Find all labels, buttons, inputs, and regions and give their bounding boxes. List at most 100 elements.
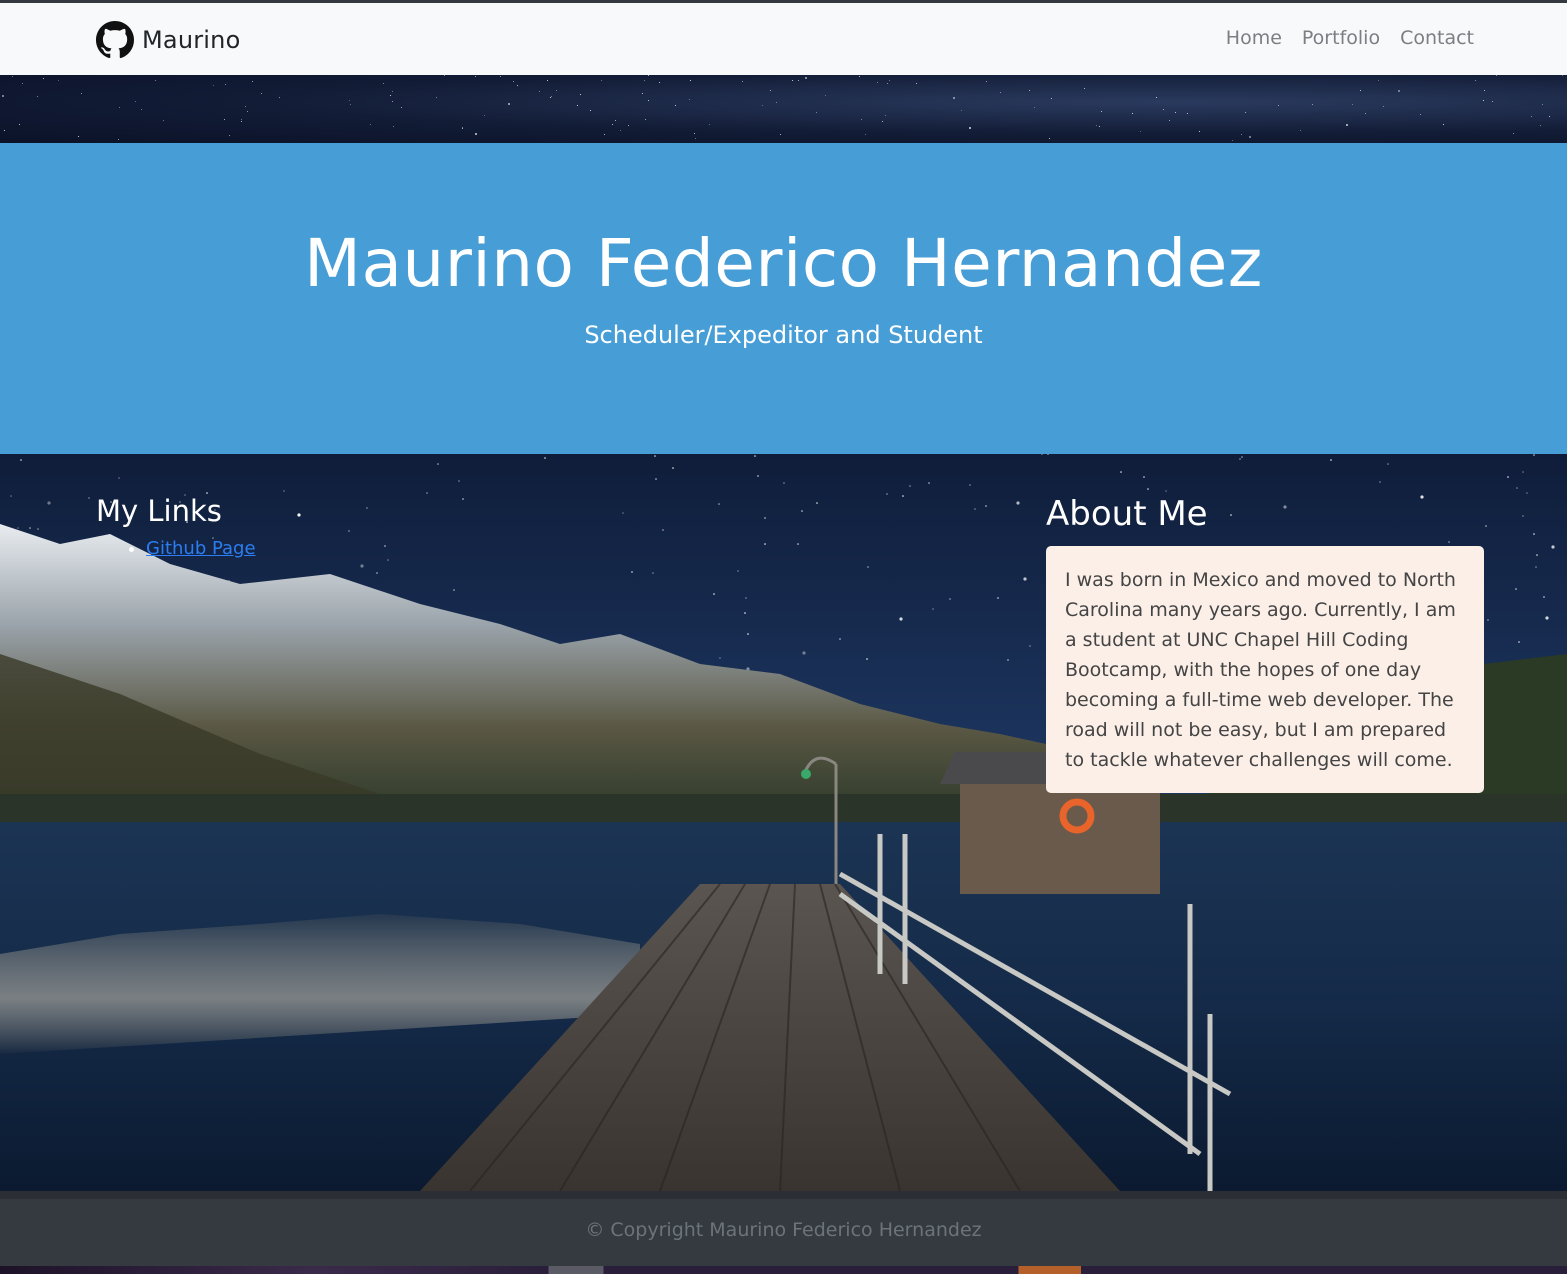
star-dot xyxy=(390,95,391,96)
star-dot xyxy=(694,133,695,134)
star-dot xyxy=(737,570,739,572)
star-dot xyxy=(916,83,917,84)
star-dot xyxy=(764,517,766,519)
hero-subtitle: Scheduler/Expeditor and Student xyxy=(584,321,983,349)
star-dot xyxy=(88,497,90,499)
star-dot xyxy=(887,83,888,84)
star-dot xyxy=(631,571,633,573)
star-dot xyxy=(1487,619,1489,621)
nav-links: Home Portfolio Contact xyxy=(1226,27,1474,49)
star-dot xyxy=(1531,116,1532,117)
star-dot xyxy=(437,463,439,465)
star-dot xyxy=(797,543,799,545)
star-dot xyxy=(225,84,226,85)
star-dot xyxy=(1522,515,1524,517)
hero-banner: Maurino Federico Hernandez Scheduler/Exp… xyxy=(0,143,1567,454)
star-dot xyxy=(675,105,676,106)
star-dot xyxy=(754,455,756,457)
star-dot xyxy=(1312,104,1313,105)
nav-link-contact[interactable]: Contact xyxy=(1400,27,1474,49)
github-page-link[interactable]: Github Page xyxy=(146,538,256,559)
star-dot xyxy=(1187,113,1188,114)
star-dot xyxy=(909,485,911,487)
star-dot xyxy=(1516,487,1518,489)
star-dot xyxy=(1034,107,1035,108)
star-dot xyxy=(1545,616,1549,620)
star-dot xyxy=(969,484,971,486)
star-dot xyxy=(867,566,869,568)
star-dot xyxy=(798,80,799,81)
star-dot xyxy=(1496,75,1497,76)
star-dot xyxy=(776,102,777,103)
star-dot xyxy=(1378,80,1379,81)
star-dot xyxy=(622,512,624,514)
star-dot xyxy=(376,572,378,574)
star-dot xyxy=(648,75,649,76)
star-dot xyxy=(141,109,142,110)
star-dot xyxy=(1398,90,1400,92)
star-dot xyxy=(508,103,510,105)
star-dot xyxy=(1029,90,1030,91)
star-dot xyxy=(37,528,39,530)
star-dot xyxy=(801,510,803,512)
star-dot xyxy=(81,93,82,94)
star-dot xyxy=(500,76,501,77)
star-dot xyxy=(604,134,605,135)
star-dot xyxy=(513,81,514,82)
star-dot xyxy=(1535,566,1537,568)
star-dot xyxy=(1175,112,1176,113)
star-dot xyxy=(615,120,616,121)
star-dot xyxy=(839,638,841,640)
star-dot xyxy=(1549,116,1550,117)
star-dot xyxy=(1147,488,1149,490)
star-dot xyxy=(556,90,557,91)
star-dot xyxy=(4,130,5,131)
footer: © Copyright Maurino Federico Hernandez xyxy=(0,1199,1567,1266)
star-dot xyxy=(648,100,649,101)
star-dot xyxy=(1096,125,1097,126)
star-dot xyxy=(279,97,280,98)
star-dot xyxy=(662,529,664,531)
star-dot xyxy=(652,572,654,574)
nav-link-home[interactable]: Home xyxy=(1226,27,1282,49)
star-dot xyxy=(78,136,79,137)
nav-link-portfolio[interactable]: Portfolio xyxy=(1302,27,1380,49)
star-dot xyxy=(742,81,743,82)
star-dot xyxy=(1245,112,1246,113)
star-dot xyxy=(213,85,214,86)
star-dot xyxy=(1540,125,1541,126)
star-dot xyxy=(780,134,781,135)
star-dot xyxy=(1352,104,1353,105)
star-dot xyxy=(29,527,31,529)
star-dot xyxy=(20,459,22,461)
star-dot xyxy=(1230,514,1232,516)
star-dot xyxy=(1239,458,1241,460)
star-dot xyxy=(436,97,437,98)
star-dot xyxy=(349,100,350,101)
star-dot xyxy=(1475,80,1476,81)
star-dot xyxy=(1007,659,1009,661)
star-dot xyxy=(932,608,934,610)
star-dot xyxy=(825,95,826,96)
star-dot xyxy=(1485,525,1487,527)
star-dot xyxy=(986,81,987,82)
star-dot xyxy=(370,124,371,125)
star-dot xyxy=(1300,130,1301,131)
star-dot xyxy=(1484,90,1485,91)
star-dot xyxy=(1241,134,1242,135)
star-dot xyxy=(517,85,518,86)
star-dot xyxy=(949,598,951,600)
star-dot xyxy=(655,478,657,480)
star-dot xyxy=(283,490,285,492)
star-dot xyxy=(928,482,930,484)
star-dot xyxy=(1120,471,1122,473)
star-dot xyxy=(1551,545,1555,549)
star-dot xyxy=(969,127,971,129)
star-dot xyxy=(1241,456,1243,458)
star-dot xyxy=(601,80,602,81)
star-dot xyxy=(802,651,806,655)
navbar-brand[interactable]: Maurino xyxy=(96,21,240,59)
brand-name: Maurino xyxy=(142,26,241,54)
star-dot xyxy=(689,99,690,100)
star-dot xyxy=(544,457,546,459)
